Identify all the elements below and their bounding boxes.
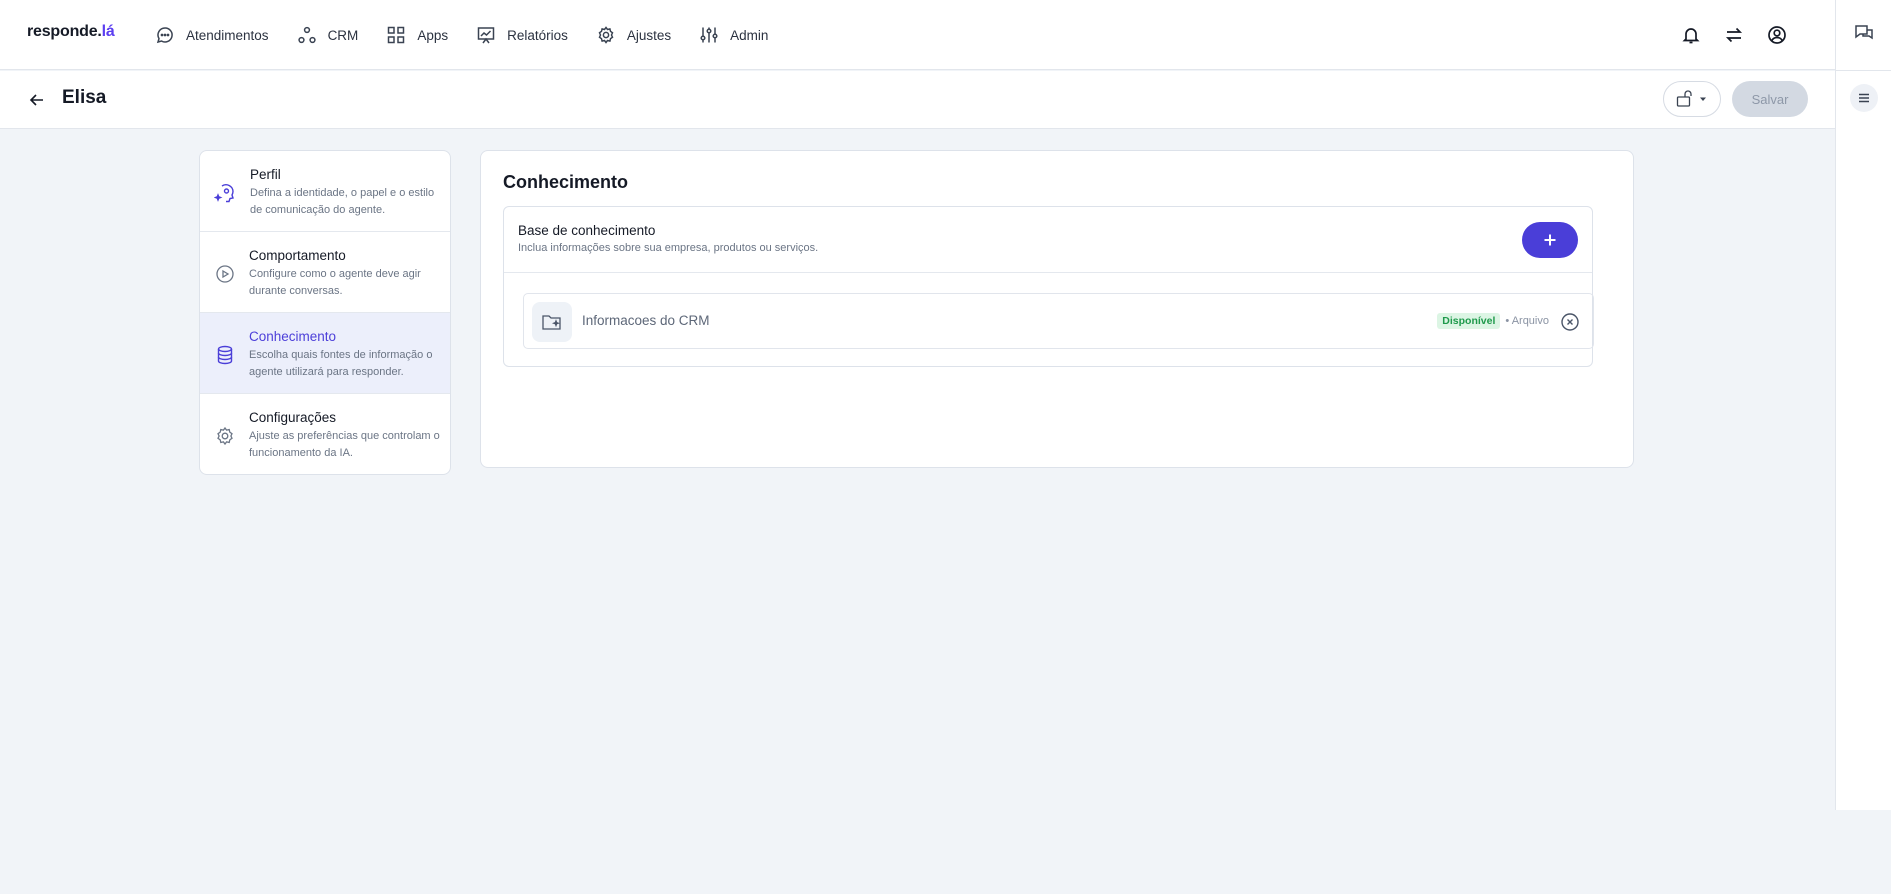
chat-bubble-icon — [156, 27, 173, 44]
menu-item-title: Conhecimento — [249, 329, 337, 344]
nav-label: Atendimentos — [186, 27, 269, 43]
logo-accent: lá — [101, 23, 115, 40]
chat-bubbles-icon — [1855, 25, 1873, 40]
folder-sparkle-icon — [542, 315, 561, 330]
knowledge-item-type: • Arquivo — [1505, 315, 1549, 327]
play-circle-icon — [216, 265, 234, 283]
hamburger-icon — [1859, 93, 1869, 103]
menu-button[interactable] — [1850, 84, 1878, 112]
lock-open-icon — [1676, 90, 1692, 107]
nav-crm[interactable]: CRM — [297, 25, 359, 45]
nav-relatorios[interactable]: Relatórios — [476, 25, 568, 45]
gear-icon — [598, 26, 614, 44]
main-nav: Atendimentos CRM Apps Relatórios Ajustes… — [155, 0, 796, 70]
arrow-left-icon — [29, 94, 43, 106]
file-icon-wrap — [532, 302, 572, 342]
chart-board-icon — [477, 27, 495, 44]
right-sidebar — [1835, 0, 1891, 810]
knowledge-base-box: Base de conhecimento Inclua informações … — [503, 206, 1594, 367]
menu-item-description: Ajuste as preferências que controlam o f… — [249, 430, 440, 459]
nav-label: Relatórios — [507, 27, 568, 43]
chevron-down-icon — [1700, 97, 1706, 101]
user-circle-icon — [1768, 26, 1786, 44]
knowledge-base-title: Base de conhecimento — [518, 223, 656, 238]
status-badge: Disponível — [1437, 313, 1501, 329]
menu-item-description: Escolha quais fontes de informação o age… — [249, 349, 433, 378]
logo[interactable]: responde.lá — [27, 23, 115, 41]
menu-item-conhecimento[interactable]: Conhecimento Escolha quais fontes de inf… — [200, 313, 450, 394]
nav-ajustes[interactable]: Ajustes — [596, 25, 671, 45]
switch-button[interactable] — [1721, 22, 1747, 48]
database-icon — [217, 345, 233, 365]
close-circle-icon — [1561, 313, 1579, 331]
lock-dropdown-button[interactable] — [1663, 81, 1721, 117]
page-title: Elisa — [62, 87, 107, 108]
top-actions — [1661, 22, 1790, 48]
top-navbar: responde.lá Atendimentos CRM Apps Relató… — [0, 0, 1835, 70]
knowledge-panel: Conhecimento Base de conhecimento Inclua… — [480, 150, 1634, 468]
nav-label: Admin — [730, 27, 769, 43]
gear-icon — [217, 426, 233, 446]
notifications-button[interactable] — [1678, 22, 1704, 48]
menu-item-title: Comportamento — [249, 248, 346, 263]
menu-item-perfil[interactable]: Perfil Defina a identidade, o papel e o … — [200, 151, 450, 232]
settings-menu: Perfil Defina a identidade, o papel e o … — [199, 150, 451, 475]
knowledge-base-subtitle: Inclua informações sobre sua empresa, pr… — [518, 242, 819, 254]
nav-atendimentos[interactable]: Atendimentos — [155, 25, 269, 45]
menu-item-title: Perfil — [250, 167, 281, 182]
nav-label: CRM — [327, 27, 359, 43]
nav-admin[interactable]: Admin — [699, 25, 768, 45]
sliders-icon — [700, 27, 718, 43]
plus-icon — [1544, 234, 1556, 246]
chat-panel-button[interactable] — [1853, 22, 1875, 49]
arrows-swap-icon — [1725, 27, 1743, 43]
nav-label: Apps — [417, 27, 449, 43]
back-button[interactable] — [27, 90, 47, 115]
menu-item-description: Configure como o agente deve agir durant… — [249, 268, 421, 297]
add-source-button[interactable] — [1522, 222, 1578, 258]
menu-item-comportamento[interactable]: Comportamento Configure como o agente de… — [200, 232, 450, 313]
page-header: Elisa Salvar — [0, 71, 1835, 129]
knowledge-item-meta: Disponível • Arquivo — [1437, 313, 1549, 329]
save-button[interactable]: Salvar — [1732, 81, 1808, 117]
crm-nodes-icon — [297, 26, 316, 44]
bell-icon — [1682, 28, 1700, 44]
account-button[interactable] — [1764, 22, 1790, 48]
menu-item-title: Configurações — [249, 410, 337, 425]
remove-item-button[interactable] — [1560, 312, 1580, 332]
knowledge-base-header: Base de conhecimento Inclua informações … — [504, 207, 1592, 273]
knowledge-item[interactable]: Informacoes do CRM Disponível • Arquivo — [523, 293, 1594, 349]
menu-item-description: Defina a identidade, o papel e o estilo … — [250, 187, 435, 216]
nav-label: Ajustes — [626, 27, 672, 43]
section-title: Conhecimento — [503, 172, 629, 192]
divider — [1836, 70, 1891, 71]
menu-item-configuracoes[interactable]: Configurações Ajuste as preferências que… — [200, 394, 450, 474]
nav-apps[interactable]: Apps — [386, 25, 448, 45]
knowledge-item-name: Informacoes do CRM — [582, 313, 710, 328]
profile-sparkle-icon — [214, 184, 234, 203]
logo-text: responde. — [27, 23, 102, 40]
grid-icon — [388, 26, 405, 44]
